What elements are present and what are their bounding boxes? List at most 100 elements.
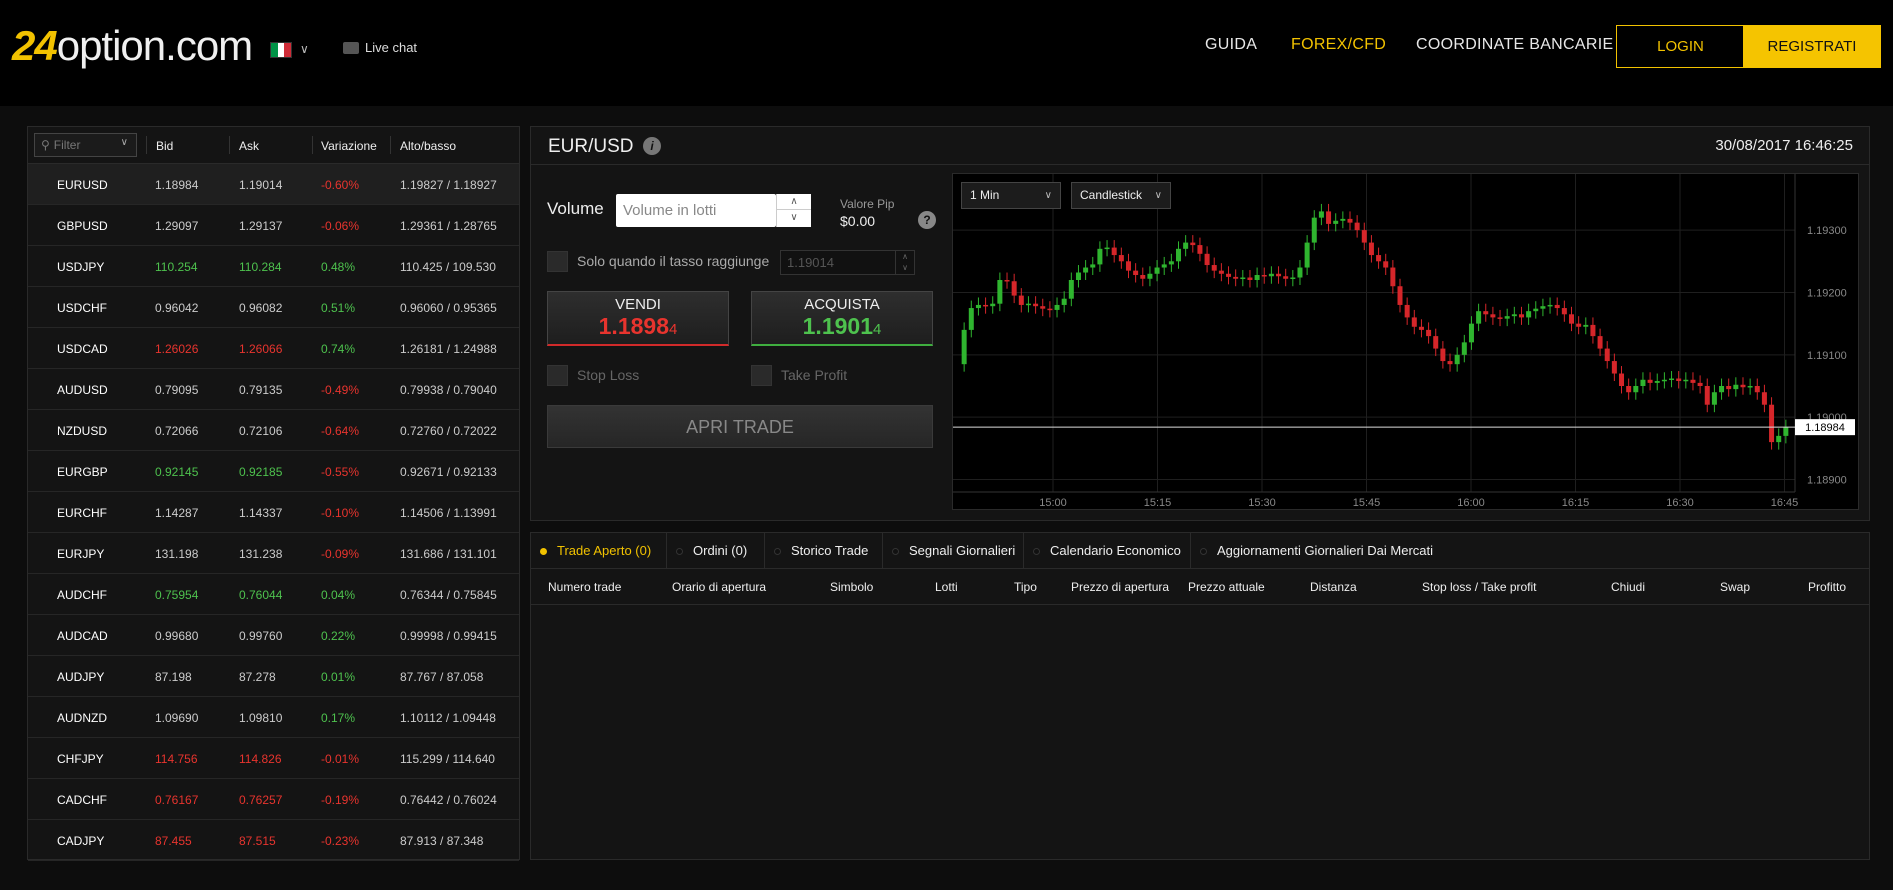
volume-stepper[interactable]: ∧ ∨: [776, 194, 811, 227]
column-divider: [146, 136, 147, 154]
stop-loss-checkbox[interactable]: [547, 365, 568, 386]
col-close[interactable]: Chiudi: [1611, 580, 1645, 594]
change-value: -0.23%: [321, 834, 360, 848]
instrument-row-usdchf[interactable]: USDCHF 0.96042 0.96082 0.51% 0.96060 / 0.953…: [28, 287, 519, 328]
candle-body: [1290, 277, 1296, 280]
instrument-row-eurgbp[interactable]: EURGBP 0.92145 0.92185 -0.55% 0.92671 / 0.92…: [28, 451, 519, 492]
instrument-row-nzdusd[interactable]: NZDUSD 0.72066 0.72106 -0.64% 0.72760 / 0.72…: [28, 410, 519, 451]
col-swap[interactable]: Swap: [1720, 580, 1750, 594]
high-low-value: 1.14506 / 1.13991: [400, 506, 497, 520]
nav-coordinate-bancarie[interactable]: COORDINATE BANCARIE: [1416, 36, 1613, 54]
nav-guida[interactable]: GUIDA: [1205, 36, 1257, 54]
col-profit[interactable]: Profitto: [1808, 580, 1846, 594]
instrument-row-eurusd[interactable]: EURUSD 1.18984 1.19014 -0.60% 1.19827 / 1.18…: [28, 164, 519, 205]
sell-button[interactable]: VENDI 1.18984: [547, 291, 729, 346]
col-ask[interactable]: Ask: [239, 139, 259, 153]
take-profit-checkbox[interactable]: [751, 365, 772, 386]
high-low-value: 1.26181 / 1.24988: [400, 342, 497, 356]
col-distance[interactable]: Distanza: [1310, 580, 1357, 594]
chevron-down-icon: ∨: [1044, 190, 1052, 201]
col-type[interactable]: Tipo: [1014, 580, 1037, 594]
instrument-symbol: CHFJPY: [57, 752, 104, 766]
tab-trade-history[interactable]: Storico Trade: [765, 533, 883, 569]
instrument-row-audcad[interactable]: AUDCAD 0.99680 0.99760 0.22% 0.99998 / 0.994…: [28, 615, 519, 656]
rate-checkbox[interactable]: [547, 251, 568, 272]
candlestick-chart[interactable]: 1.193001.192001.191001.190001.1890015:00…: [953, 174, 1860, 511]
rate-stepper[interactable]: ∧ ∨: [895, 251, 914, 274]
tab-open-trades[interactable]: Trade Aperto (0): [531, 533, 667, 569]
instrument-row-eurjpy[interactable]: EURJPY 131.198 131.238 -0.09% 131.686 / 131.…: [28, 533, 519, 574]
col-high-low[interactable]: Alto/basso: [400, 139, 456, 153]
chart-style-select[interactable]: Candlestick ∨: [1071, 182, 1171, 209]
instrument-row-cadchf[interactable]: CADCHF 0.76167 0.76257 -0.19% 0.76442 / 0.76…: [28, 779, 519, 820]
live-chat-link[interactable]: Live chat: [343, 40, 417, 55]
open-trade-button[interactable]: APRI TRADE: [547, 405, 933, 448]
col-open-time[interactable]: Orario di apertura: [672, 580, 766, 594]
chevron-down-icon: ∨: [1154, 190, 1162, 201]
candle-body: [1361, 230, 1367, 243]
info-icon[interactable]: i: [643, 137, 661, 155]
col-bid[interactable]: Bid: [156, 139, 173, 153]
chevron-down-icon[interactable]: ∨: [896, 262, 914, 273]
buy-label: ACQUISTA: [804, 296, 880, 313]
col-change[interactable]: Variazione: [321, 139, 377, 153]
nav-forex-cfd[interactable]: FOREX/CFD: [1291, 36, 1386, 54]
interval-value: 1 Min: [970, 188, 1000, 202]
instrument-row-eurchf[interactable]: EURCHF 1.14287 1.14337 -0.10% 1.14506 / 1.13…: [28, 492, 519, 533]
col-symbol[interactable]: Simbolo: [830, 580, 873, 594]
instrument-row-audusd[interactable]: AUDUSD 0.79095 0.79135 -0.49% 0.79938 / 0.79…: [28, 369, 519, 410]
instrument-row-gbpusd[interactable]: GBPUSD 1.29097 1.29137 -0.06% 1.29361 / 1.28…: [28, 205, 519, 246]
tab-orders[interactable]: Ordini (0): [667, 533, 765, 569]
col-open-price[interactable]: Prezzo di apertura: [1071, 580, 1169, 594]
interval-select[interactable]: 1 Min ∨: [961, 182, 1061, 209]
candle-body: [1147, 273, 1153, 279]
instrument-symbol: AUDCAD: [57, 629, 108, 643]
col-trade-number[interactable]: Numero trade: [548, 580, 621, 594]
tab-label: Calendario Economico: [1050, 543, 1181, 558]
login-button[interactable]: LOGIN: [1616, 25, 1745, 68]
tab-label: Aggiornamenti Giornalieri Dai Mercati: [1217, 543, 1434, 558]
ask-value: 1.09810: [239, 711, 283, 725]
price-chart[interactable]: 1.19300 1.19200 1.19100 1.19000 1.18900 15:00…: [952, 173, 1859, 510]
instrument-row-usdcad[interactable]: USDCAD 1.26026 1.26066 0.74% 1.26181 / 1.249…: [28, 328, 519, 369]
chevron-up-icon[interactable]: ∧: [777, 194, 811, 210]
help-icon[interactable]: ?: [918, 211, 936, 229]
sell-price-tail: 4: [669, 321, 678, 338]
high-low-value: 1.10112 / 1.09448: [400, 711, 496, 725]
instrument-row-cadjpy[interactable]: CADJPY 87.455 87.515 -0.23% 87.913 / 87.348: [28, 820, 519, 861]
chevron-down-icon[interactable]: ∨: [777, 210, 811, 226]
instrument-row-chfjpy[interactable]: CHFJPY 114.756 114.826 -0.01% 115.299 / 114.…: [28, 738, 519, 779]
filter-select[interactable]: ⚲ Filter ∨: [34, 133, 137, 157]
instrument-row-usdjpy[interactable]: USDJPY 110.254 110.284 0.48% 110.425 / 109.5…: [28, 246, 519, 287]
candle-body: [1776, 435, 1782, 443]
top-header: 24option.com ∨ Live chat GUIDA FOREX/CFD…: [0, 0, 1893, 106]
logo[interactable]: 24option.com: [12, 22, 253, 70]
chevron-up-icon[interactable]: ∧: [896, 251, 914, 262]
register-button[interactable]: REGISTRATI: [1743, 25, 1881, 68]
candle-body: [1461, 342, 1467, 355]
col-sl-tp[interactable]: Stop loss / Take profit: [1422, 580, 1537, 594]
high-low-value: 0.92671 / 0.92133: [400, 465, 497, 479]
tab-daily-signals[interactable]: Segnali Giornalieri: [883, 533, 1024, 569]
chevron-down-icon[interactable]: ∨: [300, 42, 309, 56]
candle-body: [1454, 354, 1460, 365]
instrument-row-audchf[interactable]: AUDCHF 0.75954 0.76044 0.04% 0.76344 / 0.758…: [28, 574, 519, 615]
bid-value: 131.198: [155, 547, 199, 561]
tab-market-updates[interactable]: Aggiornamenti Giornalieri Dai Mercati: [1191, 533, 1451, 569]
volume-input[interactable]: Volume in lotti: [616, 194, 776, 227]
candle-body: [1661, 379, 1667, 382]
candle-body: [1540, 306, 1546, 309]
italy-flag-icon[interactable]: [270, 42, 292, 58]
tab-dot-icon: [892, 548, 899, 555]
buy-button[interactable]: ACQUISTA 1.19014: [751, 291, 933, 346]
change-value: -0.01%: [321, 752, 360, 766]
candle-body: [1304, 242, 1310, 268]
candle-body: [1154, 267, 1160, 274]
tab-economic-calendar[interactable]: Calendario Economico: [1024, 533, 1191, 569]
col-current-price[interactable]: Prezzo attuale: [1188, 580, 1265, 594]
instrument-row-audnzd[interactable]: AUDNZD 1.09690 1.09810 0.17% 1.10112 / 1.094…: [28, 697, 519, 738]
col-lots[interactable]: Lotti: [935, 580, 958, 594]
instrument-row-audjpy[interactable]: AUDJPY 87.198 87.278 0.01% 87.767 / 87.058: [28, 656, 519, 697]
candle-body: [1047, 308, 1053, 311]
change-value: 0.04%: [321, 588, 356, 602]
